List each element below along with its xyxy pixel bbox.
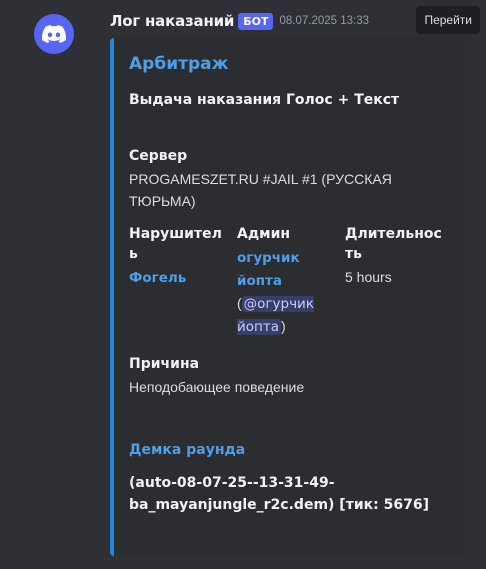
field-server-name: Сервер bbox=[129, 148, 188, 164]
field-reason-value: Неподобающее поведение bbox=[129, 379, 305, 395]
discord-logo-icon bbox=[42, 25, 66, 43]
admin-paren-close: ) bbox=[281, 318, 286, 334]
field-server-value: PROGAMESZET.RU #JAIL #1 (РУССКАЯ ТЮРЬМА) bbox=[129, 171, 392, 209]
field-admin-value: огурчик йопта (@огурчик йопта) bbox=[237, 246, 333, 338]
field-server: Сервер PROGAMESZET.RU #JAIL #1 (РУССКАЯ … bbox=[129, 146, 446, 212]
field-admin-name: Админ bbox=[237, 226, 291, 242]
field-demo-value: (auto-08-07-25--13-31-49-ba_mayanjungle_… bbox=[129, 475, 429, 513]
field-violator-name: Нарушитель bbox=[129, 226, 222, 262]
field-violator-value: Фогель bbox=[129, 266, 237, 289]
violator-link[interactable]: Фогель bbox=[129, 270, 186, 286]
bot-badge: БОТ bbox=[238, 12, 274, 30]
message-timestamp: 08.07.2025 13:33 bbox=[279, 15, 370, 27]
embed-description: Выдача наказания Голос + Текст bbox=[129, 92, 400, 108]
embed-title: Арбитраж bbox=[129, 54, 229, 74]
admin-mention[interactable]: @огурчик йопта bbox=[237, 296, 314, 335]
jump-button[interactable]: Перейти bbox=[416, 6, 480, 34]
field-duration-value: 5 hours bbox=[345, 269, 392, 285]
admin-link[interactable]: огурчик йопта bbox=[237, 250, 300, 289]
field-duration-name: Длительность bbox=[345, 226, 442, 262]
bot-avatar[interactable] bbox=[34, 14, 74, 54]
field-duration: Длительность 5 hours bbox=[345, 224, 445, 338]
author-username[interactable]: Лог наказаний bbox=[110, 12, 234, 30]
field-demo-name: Демка раунда bbox=[129, 442, 246, 458]
bot-message: Лог наказаний БОТ 08.07.2025 13:33 Перей… bbox=[0, 0, 486, 569]
field-violator: Нарушитель Фогель bbox=[129, 224, 237, 338]
field-reason-name: Причина bbox=[129, 356, 200, 372]
embed-card: Арбитраж Выдача наказания Голос + Текст … bbox=[110, 38, 464, 556]
message-header: Лог наказаний БОТ 08.07.2025 13:33 bbox=[110, 10, 369, 32]
admin-paren-open: ( bbox=[237, 295, 242, 311]
inline-fields-row: Нарушитель Фогель Админ огурчик йопта (@… bbox=[129, 224, 446, 338]
field-admin: Админ огурчик йопта (@огурчик йопта) bbox=[237, 224, 345, 338]
field-reason: Причина Неподобающее поведение bbox=[129, 354, 446, 398]
